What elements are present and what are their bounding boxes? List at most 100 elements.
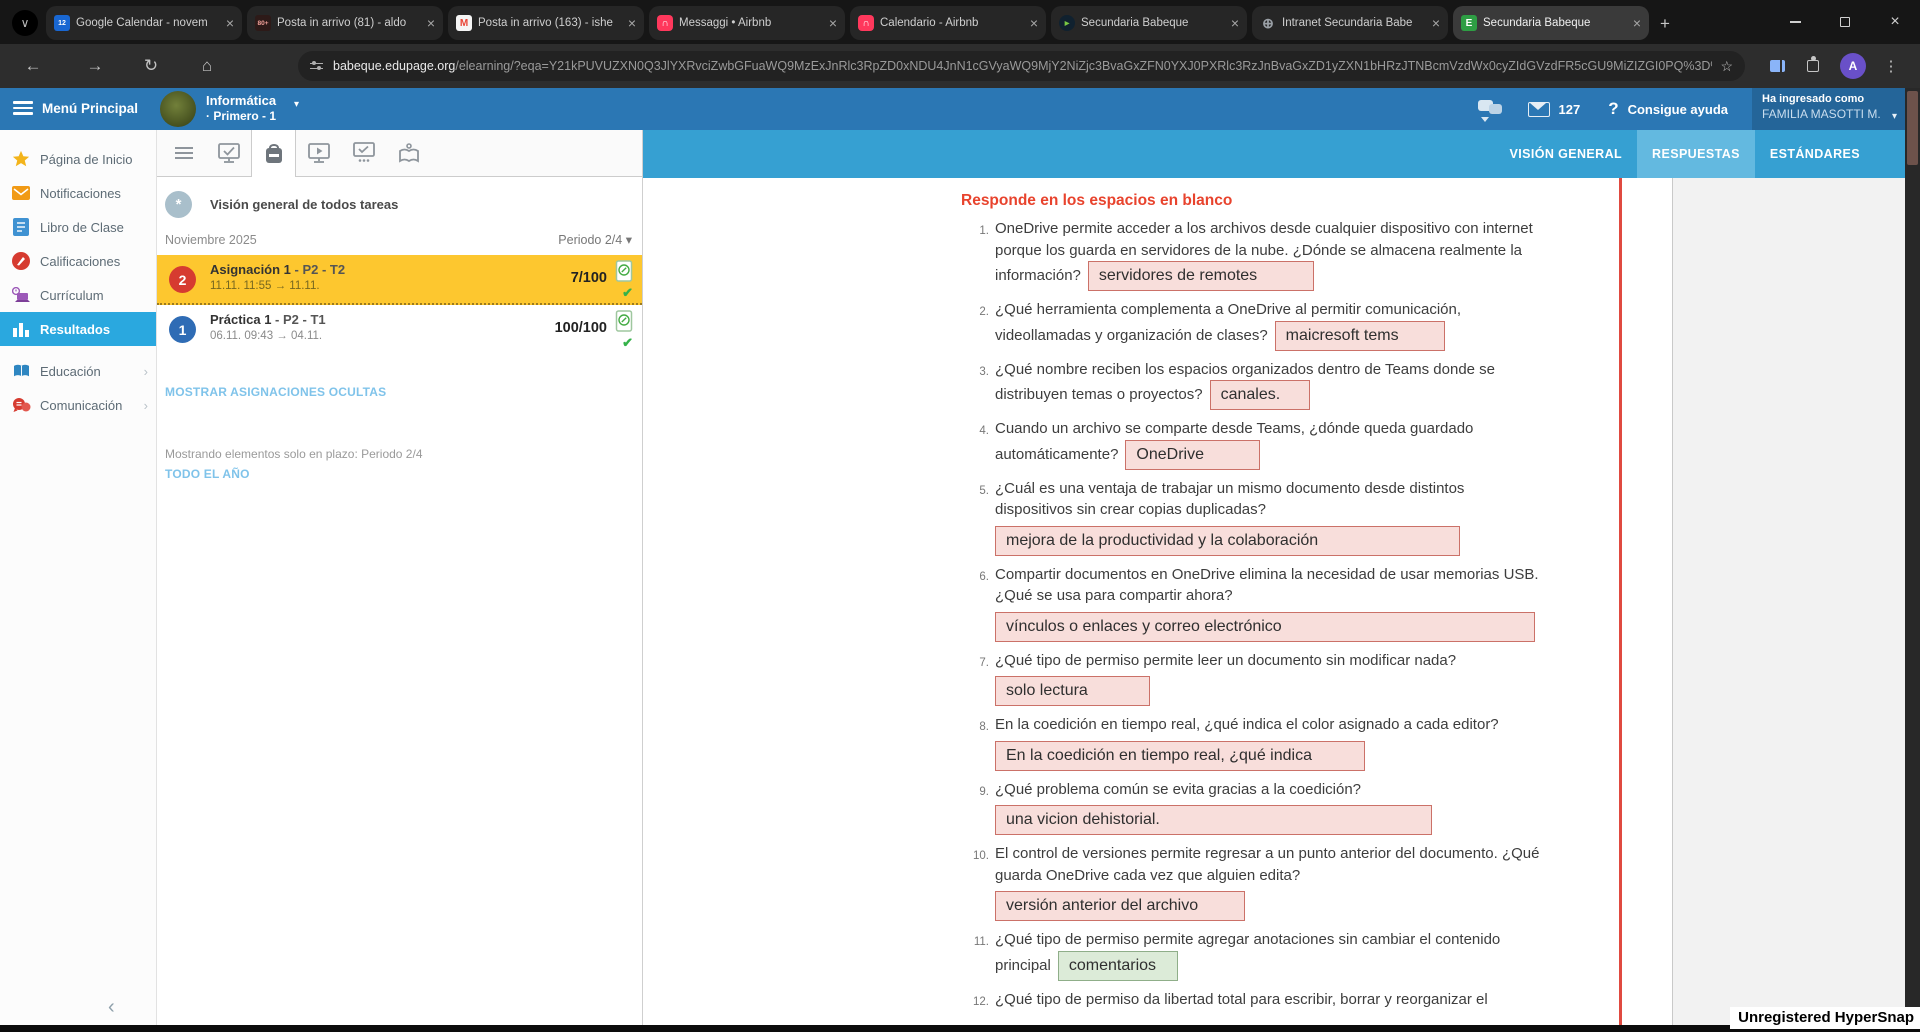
close-icon[interactable]: × (1231, 16, 1239, 30)
course-avatar[interactable] (160, 91, 196, 127)
tab-standards[interactable]: ESTÁNDARES (1755, 130, 1875, 178)
results-monitor-button[interactable] (341, 130, 386, 176)
sidebar-item-results[interactable]: Resultados (0, 312, 156, 346)
question-number: 10. (953, 846, 989, 868)
panel-toolbar (157, 130, 642, 177)
chat-icon[interactable] (1478, 100, 1502, 118)
tab-title: Secundaria Babeque (1483, 17, 1627, 29)
answer-box[interactable]: vínculos o enlaces y correo electrónico (995, 612, 1535, 642)
sidebar-item-notifications[interactable]: Notificaciones (0, 176, 156, 210)
sidebar-item-grades[interactable]: Calificaciones (0, 244, 156, 278)
url-host: babeque.edupage.org (333, 59, 455, 73)
answer-box[interactable]: versión anterior del archivo (995, 891, 1245, 921)
minimize-button[interactable] (1770, 0, 1820, 44)
site-settings-icon[interactable] (310, 61, 323, 72)
help-icon[interactable]: ? (1608, 99, 1618, 119)
collapse-sidebar-button[interactable]: ‹ (108, 996, 115, 1019)
school-site-icon: ▶ (1059, 15, 1075, 31)
list-view-button[interactable] (161, 130, 206, 176)
browser-tab-gcal[interactable]: 12 Google Calendar - novem × (46, 6, 242, 40)
close-icon[interactable]: × (1633, 16, 1641, 30)
assignment-row[interactable]: 1 Práctica 1 - P2 - T1 06.11. 09:43 → 04… (157, 305, 642, 355)
answer-box[interactable]: canales. (1210, 380, 1310, 410)
sidebar-item-education[interactable]: Educación › (0, 354, 156, 388)
extensions-button[interactable] (1798, 44, 1828, 88)
show-hidden-assignments-link[interactable]: MOSTRAR ASIGNACIONES OCULTAS (165, 385, 634, 399)
hamburger-menu-icon[interactable] (13, 101, 33, 118)
tab-title: Messaggi • Airbnb (679, 17, 823, 29)
browser-tab-active-edupage[interactable]: E Secundaria Babeque × (1453, 6, 1649, 40)
question-2: 2. ¿Qué herramienta complementa a OneDri… (953, 299, 1653, 351)
all-year-link[interactable]: TODO EL AÑO (165, 467, 634, 481)
tests-monitor-button[interactable] (206, 130, 251, 176)
main-menu-label[interactable]: Menú Principal (42, 101, 138, 116)
back-button[interactable]: ← (18, 44, 48, 88)
course-selector[interactable]: Informática · Primero - 1 (206, 93, 276, 124)
tab-answers[interactable]: RESPUESTAS (1637, 130, 1755, 178)
tab-overview[interactable]: VISIÓN GENERAL (1494, 130, 1637, 178)
answer-box[interactable]: maicresoft tems (1275, 321, 1445, 351)
browser-tab-mail-2[interactable]: M Posta in arrivo (163) - ishe × (448, 6, 644, 40)
address-bar[interactable]: babeque.edupage.org /elearning/?eqa=Y21k… (298, 51, 1745, 81)
profile-button[interactable]: A (1838, 44, 1868, 88)
close-icon[interactable]: × (1030, 16, 1038, 30)
answer-box[interactable]: En la coedición en tiempo real, ¿qué ind… (995, 741, 1365, 771)
question-text: OneDrive permite acceder a los archivos … (995, 220, 1533, 237)
standards-book-button[interactable] (386, 130, 431, 176)
answer-box[interactable]: OneDrive (1125, 440, 1260, 470)
browser-tab-airbnb-calendar[interactable]: ∩ Calendario - Airbnb × (850, 6, 1046, 40)
tab-search-button[interactable]: ∨ (12, 10, 38, 36)
scrollbar-thumb[interactable] (1907, 91, 1918, 165)
assignment-row-selected[interactable]: 2 Asignación 1 - P2 - T2 11.11. 11:55 → … (157, 255, 642, 305)
presentation-button[interactable] (296, 130, 341, 176)
close-window-button[interactable]: × (1870, 0, 1920, 44)
side-panel-button[interactable] (1762, 44, 1792, 88)
assignments-backpack-button[interactable] (251, 130, 296, 177)
reload-button[interactable]: ↻ (136, 44, 166, 88)
home-button[interactable]: ⌂ (192, 44, 222, 88)
get-help-label[interactable]: Consigue ayuda (1628, 102, 1728, 117)
chevron-right-icon: › (144, 398, 148, 413)
close-icon[interactable]: × (427, 16, 435, 30)
forward-button[interactable]: → (80, 44, 110, 88)
period-selector[interactable]: Periodo 2/4 ▾ (558, 232, 632, 247)
globe-icon: ⊕ (1260, 15, 1276, 31)
user-menu[interactable]: Ha ingresado como FAMILIA MASOTTI M... ▾ (1752, 88, 1905, 130)
sidebar-item-curriculum[interactable]: Currículum (0, 278, 156, 312)
answer-box[interactable]: solo lectura (995, 676, 1150, 706)
tab-title: Posta in arrivo (163) - ishe (478, 17, 622, 29)
overview-row[interactable]: * Visión general de todos tareas (157, 177, 642, 230)
browser-tab-airbnb-messages[interactable]: ∩ Messaggi • Airbnb × (649, 6, 845, 40)
close-icon[interactable]: × (1432, 16, 1440, 30)
sidebar-item-label: Notificaciones (40, 186, 121, 201)
close-icon[interactable]: × (226, 16, 234, 30)
browser-menu-button[interactable]: ⋮ (1876, 44, 1906, 88)
sidebar-item-home[interactable]: Página de Inicio (0, 142, 156, 176)
sidebar-item-class-book[interactable]: Libro de Clase (0, 210, 156, 244)
check-icon: ✔ (622, 335, 633, 351)
tab-title: Calendario - Airbnb (880, 17, 1024, 29)
question-number: 9. (953, 782, 989, 804)
close-icon[interactable]: × (829, 16, 837, 30)
maximize-button[interactable] (1820, 0, 1870, 44)
course-name: Informática (206, 93, 276, 108)
browser-tab-babeque[interactable]: ▶ Secundaria Babeque × (1051, 6, 1247, 40)
answer-box[interactable]: servidores de remotes (1088, 261, 1314, 291)
answer-box[interactable]: una vicion dehistorial. (995, 805, 1432, 835)
bookmark-star-icon[interactable]: ☆ (1720, 58, 1733, 75)
answer-box-correct[interactable]: comentarios (1058, 951, 1178, 981)
profile-avatar: A (1840, 53, 1866, 79)
browser-tab-intranet[interactable]: ⊕ Intranet Secundaria Babe × (1252, 6, 1448, 40)
star-icon (10, 149, 32, 169)
tab-title: Posta in arrivo (81) - aldo (277, 17, 421, 29)
mail-icon[interactable] (1528, 102, 1550, 117)
chevron-right-icon: › (144, 364, 148, 379)
assignment-dates: 11.11. 11:55 → 11.11. (210, 280, 320, 292)
page-scrollbar[interactable] (1905, 88, 1920, 1032)
close-icon[interactable]: × (628, 16, 636, 30)
answer-box[interactable]: mejora de la productividad y la colabora… (995, 526, 1460, 556)
user-name: FAMILIA MASOTTI M... (1762, 107, 1880, 121)
new-tab-button[interactable]: + (1660, 14, 1670, 34)
browser-tab-mail-1[interactable]: 80+ Posta in arrivo (81) - aldo × (247, 6, 443, 40)
sidebar-item-communication[interactable]: Comunicación › (0, 388, 156, 422)
